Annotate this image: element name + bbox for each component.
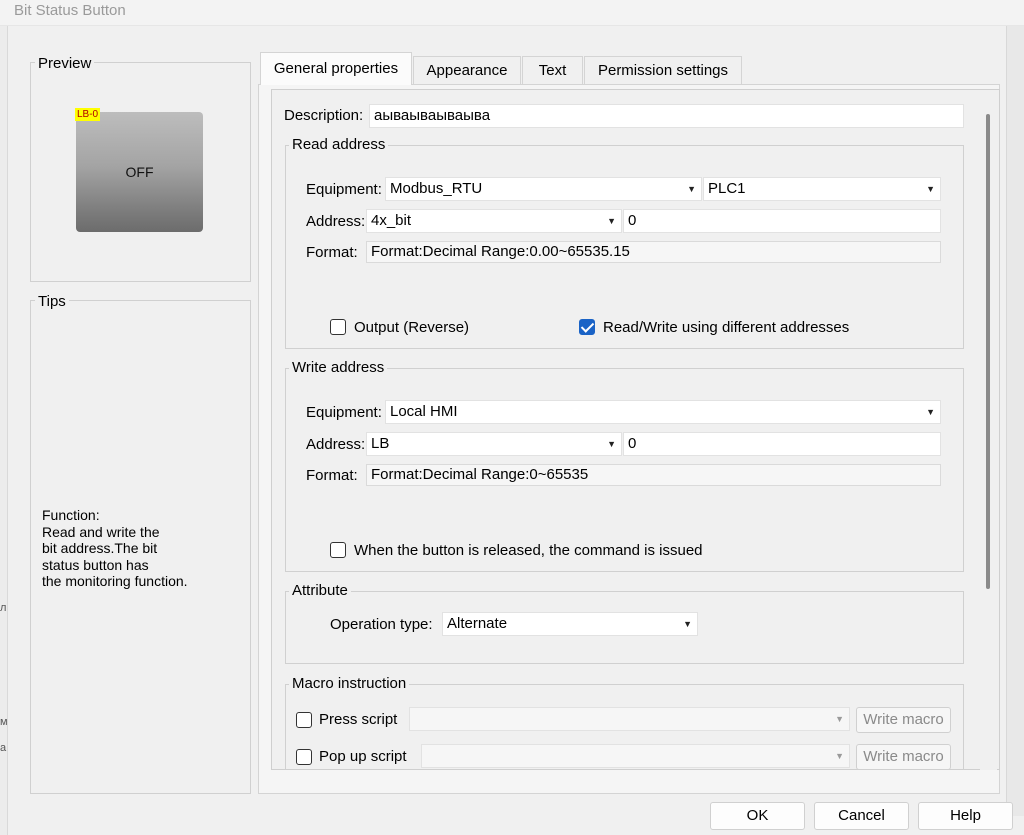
cancel-button[interactable]: Cancel [814,802,909,830]
read-address-title: Read address [289,136,389,154]
chevron-down-icon: ▼ [926,184,935,194]
macro-title: Macro instruction [289,675,410,693]
popup-script-select[interactable]: ▼ [421,744,850,768]
tips-title: Tips [35,293,69,311]
chevron-down-icon: ▼ [835,714,844,724]
chevron-down-icon: ▼ [687,184,696,194]
popup-script-checkbox[interactable] [296,749,312,765]
attribute-title: Attribute [289,582,351,600]
tab-permission-settings[interactable]: Permission settings [584,56,742,84]
chevron-down-icon: ▼ [607,439,616,449]
rw-different-addresses-label: Read/Write using different addresses [603,319,850,336]
edge-glyph: л [0,602,7,614]
edge-glyph: м [0,716,8,728]
description-label: Description: [284,107,364,124]
address-tag: LB-0 [75,108,101,121]
read-format-display: Format:Decimal Range:0.00~65535.15 [366,241,941,263]
description-input[interactable]: аываываываыва [369,104,964,128]
write-format-display: Format:Decimal Range:0~65535 [366,464,941,486]
tab-general-properties[interactable]: General properties [260,52,412,85]
output-reverse-checkbox[interactable] [330,319,346,335]
help-button[interactable]: Help [918,802,1013,830]
chevron-down-icon: ▼ [683,619,692,629]
tips-line: bit address.The bit [42,540,158,556]
read-equipment-value: Modbus_RTU [390,180,483,197]
chevron-down-icon: ▼ [926,407,935,417]
write-address-type-value: LB [371,435,390,452]
tips-line: status button has [42,556,149,573]
write-equipment-value: Local HMI [390,403,458,420]
background-window-edge: л м а [0,26,8,835]
background-window-edge-right [1006,26,1024,816]
read-address-type-value: 4x_bit [371,212,412,229]
read-address-type-select[interactable]: 4x_bit ▼ [366,209,622,233]
scrollbar-thumb[interactable] [986,114,990,589]
read-format-label: Format: [306,244,358,261]
preview-state-label: OFF [125,164,154,180]
preview-button: OFF [76,112,203,232]
write-address-label: Address: [306,436,366,453]
write-address-title: Write address [289,359,388,377]
rw-different-addresses-checkbox[interactable] [579,319,595,335]
edge-glyph: а [0,742,7,754]
chevron-down-icon: ▼ [835,751,844,761]
popup-script-label: Pop up script [319,748,407,765]
read-equipment-label: Equipment: [306,181,382,198]
popup-write-macro-button[interactable]: Write macro [856,744,951,770]
press-script-select[interactable]: ▼ [409,707,850,731]
press-script-label: Press script [319,711,398,728]
tab-appearance[interactable]: Appearance [413,56,521,84]
read-address-label: Address: [306,213,366,230]
tab-text[interactable]: Text [522,56,583,84]
window-title: Bit Status Button [14,2,126,19]
press-script-checkbox[interactable] [296,712,312,728]
tips-line: Read and write the [42,523,160,540]
title-bar: Bit Status Button [0,0,1024,26]
ok-button[interactable]: OK [710,802,805,830]
operation-type-label: Operation type: [330,616,433,633]
operation-type-value: Alternate [447,615,508,632]
output-reverse-label: Output (Reverse) [354,319,470,336]
press-write-macro-button[interactable]: Write macro [856,707,951,733]
write-address-input[interactable]: 0 [623,432,941,456]
tips-line: Function: [42,507,100,523]
read-plc-value: PLC1 [708,180,746,197]
preview-title: Preview [35,55,95,73]
tips-line: the monitoring function. [42,573,188,589]
operation-type-select[interactable]: Alternate ▼ [442,612,698,636]
read-equipment-select[interactable]: Modbus_RTU ▼ [385,177,702,201]
tips-text: Function: Read and write the bit address… [42,507,242,590]
write-equipment-label: Equipment: [306,404,382,421]
on-release-label: When the button is released, the command… [354,542,703,559]
write-format-label: Format: [306,467,358,484]
write-equipment-select[interactable]: Local HMI ▼ [385,400,941,424]
chevron-down-icon: ▼ [607,216,616,226]
write-address-type-select[interactable]: LB ▼ [366,432,622,456]
read-plc-select[interactable]: PLC1 ▼ [703,177,941,201]
on-release-checkbox[interactable] [330,542,346,558]
read-address-input[interactable]: 0 [623,209,941,233]
